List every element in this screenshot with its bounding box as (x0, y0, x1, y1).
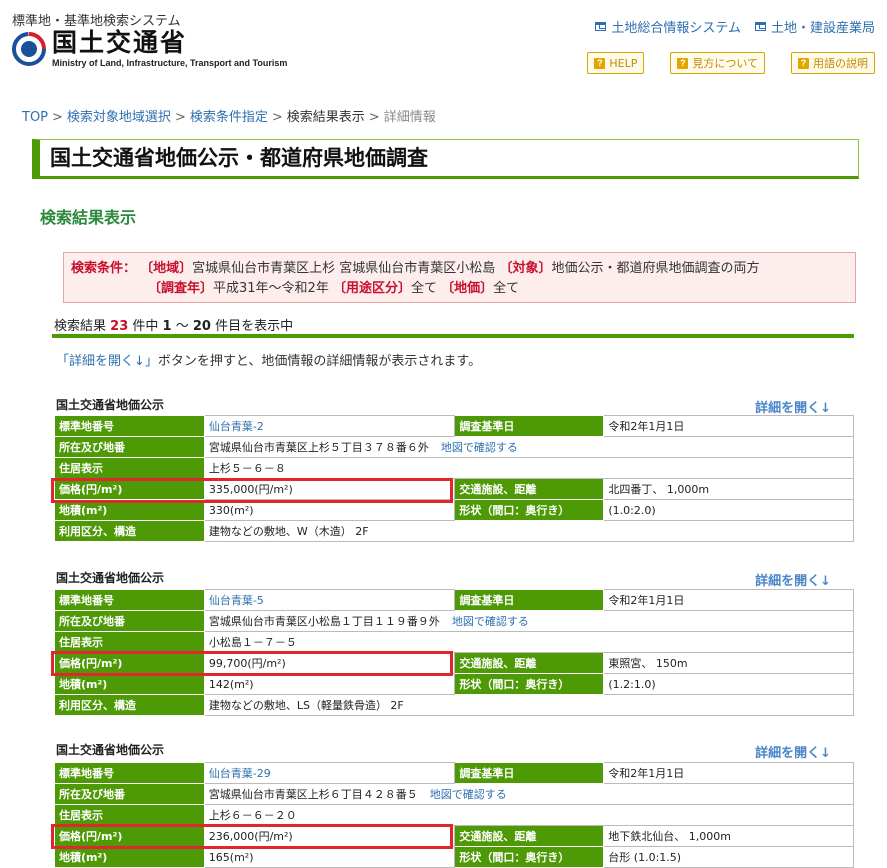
breadcrumb-condition[interactable]: 検索条件指定 (190, 110, 268, 125)
land-area: 165(m²) (203, 846, 456, 868)
usage-note: 「詳細を開く↓」ボタンを押すと、地価情報の詳細情報が表示されます。 (56, 354, 482, 369)
shape: 台形 (1.0:1.5) (603, 846, 854, 868)
shape: (1.0:2.0) (603, 499, 854, 521)
price-highlight-box (51, 651, 453, 676)
table-row: 所在及び地番 宮城県仙台市青葉区小松島１丁目１１９番９外 地図で確認する (54, 610, 855, 632)
table-row: 所在及び地番 宮城県仙台市青葉区上杉６丁目４２８番５ 地図で確認する (54, 783, 855, 805)
address: 上杉５－６－８ (203, 457, 855, 479)
shape: (1.2:1.0) (603, 673, 854, 695)
table-row: 標準地番号 仙台青葉-2 調査基準日 令和2年1月1日 (54, 415, 854, 437)
condition-price: 全て (493, 281, 520, 296)
breadcrumb: TOP > 検索対象地域選択 > 検索条件指定 > 検索結果表示 > 詳細情報 (22, 110, 436, 125)
point-number-link[interactable]: 仙台青葉-5 (209, 594, 264, 607)
glossary-button[interactable]: ? 用語の説明 (791, 52, 875, 74)
entry-source: 国土交通省地価公示 (56, 571, 165, 585)
entry-source: 国土交通省地価公示 (56, 398, 165, 412)
result-count: 検索結果 23 件中 1 ～ 20 件目を表示中 (54, 319, 294, 334)
help-button[interactable]: ? HELP (587, 52, 645, 74)
table-row: 住居表示 小松島１－７－５ (54, 631, 855, 653)
survey-date: 令和2年1月1日 (603, 762, 854, 784)
table-row: 利用区分、構造 建物などの敷地、W（木造） 2F (54, 520, 855, 542)
new-window-icon (754, 22, 766, 31)
table-row: 地積(m²) 142(m²) 形状（間口：奥行き） (1.2:1.0) (54, 673, 854, 695)
new-window-icon (595, 22, 607, 31)
ministry-name-ja: 国土交通省 (52, 28, 188, 57)
question-icon: ? (677, 57, 689, 69)
page-title: 国土交通省地価公示・都道府県地価調査 (32, 139, 859, 179)
question-icon: ? (594, 57, 606, 69)
survey-date: 令和2年1月1日 (603, 415, 854, 437)
land-area: 142(m²) (203, 673, 456, 695)
expand-details-button[interactable]: 詳細を開く↓ (755, 742, 831, 761)
external-links: 土地総合情報システム 土地・建設産業局 (595, 17, 875, 36)
map-link[interactable]: 地図で確認する (430, 788, 507, 801)
breadcrumb-area-select[interactable]: 検索対象地域選択 (67, 110, 171, 125)
table-row: 住居表示 上杉５－６－８ (54, 457, 855, 479)
conditions-label: 検索条件： (71, 261, 137, 276)
table-row: 利用区分、構造 建物などの敷地、LS（軽量鉄骨造） 2F (54, 694, 855, 716)
location: 宮城県仙台市青葉区上杉６丁目４２８番５ (208, 788, 418, 801)
land-construction-bureau-link[interactable]: 土地・建設産業局 (754, 17, 875, 36)
condition-target: 地価公示・都道府県地価調査の両方 (551, 261, 760, 276)
table-row: 標準地番号 仙台青葉-29 調査基準日 令和2年1月1日 (54, 762, 854, 784)
breadcrumb-results: 検索結果表示 (286, 110, 365, 125)
help-buttons: ? HELP ? 見方について ? 用語の説明 (587, 52, 875, 74)
condition-area: 宮城県仙台市青葉区上杉 宮城県仙台市青葉区小松島 (192, 261, 496, 276)
table-row: 所在及び地番 宮城県仙台市青葉区上杉５丁目３７８番６外 地図で確認する (54, 436, 855, 458)
land-price-table: 標準地番号 仙台青葉-29 調査基準日 令和2年1月1日 所在及び地番 宮城県仙… (54, 762, 855, 868)
point-number-link[interactable]: 仙台青葉-2 (209, 420, 264, 433)
transport: 東照宮、 150m (603, 652, 854, 674)
price-highlight-box (51, 824, 453, 849)
ministry-emblem-icon (12, 32, 46, 66)
entry-source: 国土交通省地価公示 (56, 743, 165, 757)
address: 上杉６－６－２０ (203, 804, 855, 826)
transport: 北四番丁、 1,000m (603, 478, 854, 500)
condition-year: 平成31年～令和2年 (213, 281, 329, 296)
transport: 地下鉄北仙台、 1,000m (603, 825, 854, 847)
expand-details-button[interactable]: 詳細を開く↓ (755, 397, 831, 416)
table-row: 地積(m²) 165(m²) 形状（間口：奥行き） 台形 (1.0:1.5) (54, 846, 854, 868)
survey-date: 令和2年1月1日 (603, 589, 854, 611)
breadcrumb-current: 詳細情報 (383, 110, 436, 125)
use-structure: 建物などの敷地、W（木造） 2F (203, 520, 855, 542)
search-conditions: 検索条件： 〔地域〕宮城県仙台市青葉区上杉 宮城県仙台市青葉区小松島 〔対象〕地… (63, 252, 856, 303)
location: 宮城県仙台市青葉区小松島１丁目１１９番９外 (208, 615, 440, 628)
address: 小松島１－７－５ (203, 631, 855, 653)
use-structure: 建物などの敷地、LS（軽量鉄骨造） 2F (203, 694, 855, 716)
ministry-logo[interactable]: 国土交通省 Ministry of Land, Infrastructure, … (12, 30, 287, 68)
map-link[interactable]: 地図で確認する (441, 441, 518, 454)
table-row: 住居表示 上杉６－６－２０ (54, 804, 855, 826)
land-info-system-link[interactable]: 土地総合情報システム (595, 17, 741, 36)
divider (52, 334, 854, 338)
location: 宮城県仙台市青葉区上杉５丁目３７８番６外 (208, 441, 429, 454)
condition-use: 全て (411, 281, 438, 296)
price-highlight-box (51, 478, 453, 503)
question-icon: ? (798, 57, 809, 69)
how-to-read-button[interactable]: ? 見方について (670, 52, 765, 74)
point-number-link[interactable]: 仙台青葉-29 (209, 767, 271, 780)
map-link[interactable]: 地図で確認する (452, 615, 529, 628)
result-total: 23 (110, 319, 129, 334)
table-row: 標準地番号 仙台青葉-5 調査基準日 令和2年1月1日 (54, 589, 854, 611)
breadcrumb-top[interactable]: TOP (22, 110, 48, 125)
section-title: 検索結果表示 (40, 208, 137, 227)
ministry-name-en: Ministry of Land, Infrastructure, Transp… (52, 58, 288, 68)
system-name: 標準地・基準地検索システム (12, 14, 181, 29)
expand-details-button[interactable]: 詳細を開く↓ (755, 570, 831, 589)
